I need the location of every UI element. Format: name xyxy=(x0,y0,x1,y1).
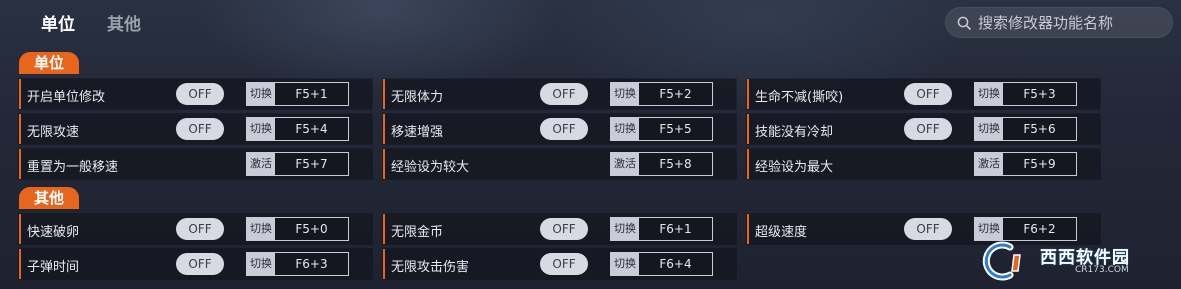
cheat-row-bullet-time: 子弹时间 OFF 切换 F6+3 xyxy=(19,249,372,279)
logo-mark-icon xyxy=(982,241,1021,281)
cheat-label: 经验设为较大 xyxy=(391,160,470,175)
cheat-label: 无限攻速 xyxy=(27,125,80,140)
cheat-row-infinite-stamina: 无限体力 OFF 切换 F5+2 xyxy=(383,79,736,109)
cheat-row-no-cooldown: 技能没有冷却 OFF 切换 F5+6 xyxy=(747,114,1100,144)
hotkey-box[interactable]: 激活 F5+8 xyxy=(610,152,713,176)
hotkey-box[interactable]: 切换 F5+0 xyxy=(246,217,349,241)
toggle-switch[interactable]: OFF xyxy=(904,118,952,140)
hotkey-box[interactable]: 切换 F5+3 xyxy=(974,82,1077,106)
toggle-switch[interactable]: OFF xyxy=(176,253,224,275)
hotkey-box[interactable]: 切换 F6+3 xyxy=(246,252,349,276)
cheat-label: 快速破卵 xyxy=(27,225,80,240)
toggle-switch[interactable]: OFF xyxy=(904,218,952,240)
cheat-label: 技能没有冷却 xyxy=(755,125,834,140)
cheat-label: 移速增强 xyxy=(391,125,444,140)
hotkey-label: F5+1 xyxy=(295,87,328,101)
cheat-label: 经验设为最大 xyxy=(755,160,834,175)
action-label: 切换 xyxy=(247,83,275,105)
cheat-label: 无限体力 xyxy=(391,90,444,105)
cheat-row-infinite-attack-speed: 无限攻速 OFF 切换 F5+4 xyxy=(19,114,372,144)
action-label: 切换 xyxy=(611,118,639,140)
action-label: 切换 xyxy=(975,83,1003,105)
cheat-row-infinite-gold: 无限金币 OFF 切换 F6+1 xyxy=(383,214,736,244)
hotkey-box[interactable]: 切换 F5+2 xyxy=(610,82,713,106)
hotkey-box[interactable]: 切换 F5+5 xyxy=(610,117,713,141)
action-label: 激活 xyxy=(247,153,275,175)
hotkey-label: F5+3 xyxy=(1023,87,1056,101)
hotkey-box[interactable]: 激活 F5+9 xyxy=(974,152,1077,176)
watermark-logo: 西西软件园 CR173.COM xyxy=(980,241,1165,281)
toggle-switch[interactable]: OFF xyxy=(540,118,588,140)
hotkey-box[interactable]: 激活 F5+7 xyxy=(246,152,349,176)
cheat-row-move-speed-boost: 移速增强 OFF 切换 F5+5 xyxy=(383,114,736,144)
hotkey-box[interactable]: 切换 F6+1 xyxy=(610,217,713,241)
action-label: 切换 xyxy=(975,118,1003,140)
action-label: 切换 xyxy=(247,253,275,275)
cheat-row-infinite-damage: 无限攻击伤害 OFF 切换 F6+4 xyxy=(383,249,736,279)
section-header-units: 单位 xyxy=(19,52,80,74)
hotkey-label: F5+8 xyxy=(659,157,692,171)
hotkey-label: F6+4 xyxy=(659,257,692,271)
cheat-label: 超级速度 xyxy=(755,225,808,240)
hotkey-label: F5+7 xyxy=(295,157,328,171)
action-label: 切换 xyxy=(611,218,639,240)
hotkey-box[interactable]: 切换 F5+4 xyxy=(246,117,349,141)
toggle-switch[interactable]: OFF xyxy=(176,218,224,240)
cheat-label: 无限攻击伤害 xyxy=(391,260,470,275)
action-label: 切换 xyxy=(247,218,275,240)
action-label: 激活 xyxy=(975,153,1003,175)
hotkey-label: F6+3 xyxy=(295,257,328,271)
toggle-switch[interactable]: OFF xyxy=(904,83,952,105)
hotkey-label: F5+2 xyxy=(659,87,692,101)
hotkey-label: F6+1 xyxy=(659,222,692,236)
tab-other[interactable]: 其他 xyxy=(107,10,141,35)
cheat-row-unit-edit: 开启单位修改 OFF 切换 F5+1 xyxy=(19,79,372,109)
cheat-label: 子弹时间 xyxy=(27,260,80,275)
cheat-row-super-speed: 超级速度 OFF 切换 F6+2 xyxy=(747,214,1100,244)
cheat-label: 重置为一般移速 xyxy=(27,160,119,175)
section-header-other: 其他 xyxy=(19,187,80,209)
toggle-switch[interactable]: OFF xyxy=(176,118,224,140)
toggle-switch[interactable]: OFF xyxy=(176,83,224,105)
hotkey-label: F5+9 xyxy=(1023,157,1056,171)
toggle-switch[interactable]: OFF xyxy=(540,253,588,275)
hotkey-box[interactable]: 切换 F5+6 xyxy=(974,117,1077,141)
cheat-label: 生命不减(撕咬) xyxy=(755,90,844,105)
cheat-label: 无限金币 xyxy=(391,225,444,240)
cheat-row-fast-hatch: 快速破卵 OFF 切换 F5+0 xyxy=(19,214,372,244)
tab-units[interactable]: 单位 xyxy=(41,10,75,35)
action-label: 切换 xyxy=(611,83,639,105)
cheat-row-exp-large: 经验设为较大 激活 F5+8 xyxy=(383,149,736,179)
hotkey-box[interactable]: 切换 F5+1 xyxy=(246,82,349,106)
hotkey-label: F5+5 xyxy=(659,122,692,136)
cheat-row-god-mode: 生命不减(撕咬) OFF 切换 F5+3 xyxy=(747,79,1100,109)
cheat-label: 开启单位修改 xyxy=(27,90,106,105)
hotkey-label: F5+0 xyxy=(295,222,328,236)
search-icon xyxy=(957,16,971,30)
cheat-row-exp-max: 经验设为最大 激活 F5+9 xyxy=(747,149,1100,179)
cheat-row-reset-move-speed: 重置为一般移速 激活 F5+7 xyxy=(19,149,372,179)
action-label: 切换 xyxy=(611,253,639,275)
hotkey-label: F5+4 xyxy=(295,122,328,136)
search-input[interactable] xyxy=(978,12,1166,34)
hotkey-label: F5+6 xyxy=(1023,122,1056,136)
search-box[interactable] xyxy=(945,7,1173,38)
watermark-subtext: CR173.COM xyxy=(1075,265,1129,275)
toggle-switch[interactable]: OFF xyxy=(540,83,588,105)
toggle-switch[interactable]: OFF xyxy=(540,218,588,240)
hotkey-label: F6+2 xyxy=(1023,222,1056,236)
action-label: 切换 xyxy=(247,118,275,140)
top-bar: 单位 其他 xyxy=(0,0,1181,44)
hotkey-box[interactable]: 切换 F6+4 xyxy=(610,252,713,276)
action-label: 切换 xyxy=(975,218,1003,240)
action-label: 激活 xyxy=(611,153,639,175)
hotkey-box[interactable]: 切换 F6+2 xyxy=(974,217,1077,241)
